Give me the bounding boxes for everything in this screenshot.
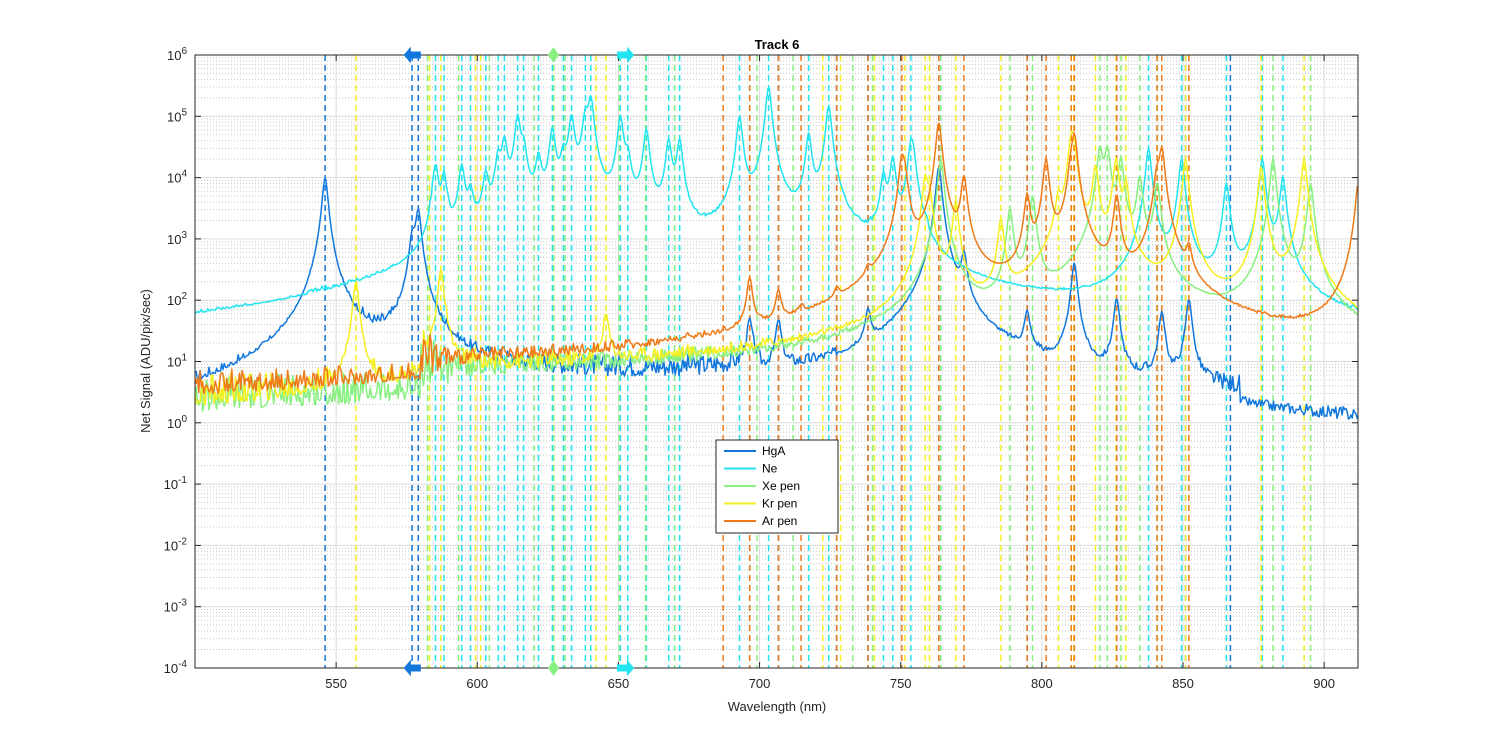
x-tick-label: 600	[466, 676, 488, 691]
legend-entry: Ne	[762, 462, 778, 476]
x-tick-label: 550	[325, 676, 347, 691]
legend-entry: HgA	[762, 444, 785, 458]
spectrum-chart: 550 600 650 700 750 800 850 90010-410-310-210-1…	[0, 0, 1500, 750]
x-tick-label: 850	[1172, 676, 1194, 691]
legend-entry: Kr pen	[762, 497, 797, 511]
x-axis-label: Wavelength (nm)	[728, 699, 827, 714]
x-tick-label: 900	[1313, 676, 1335, 691]
legend-entry: Xe pen	[762, 479, 800, 493]
x-tick-label: 800	[1031, 676, 1053, 691]
x-tick-label: 700	[749, 676, 771, 691]
chart-title: Track 6	[755, 37, 800, 52]
y-axis-label: Net Signal (ADU/pix/sec)	[138, 289, 153, 433]
legend: HgA Ne Xe pen Kr pen Ar pen	[715, 439, 839, 534]
x-tick-label: 750	[890, 676, 912, 691]
legend-entry: Ar pen	[762, 514, 797, 528]
x-tick-label: 650	[608, 676, 630, 691]
